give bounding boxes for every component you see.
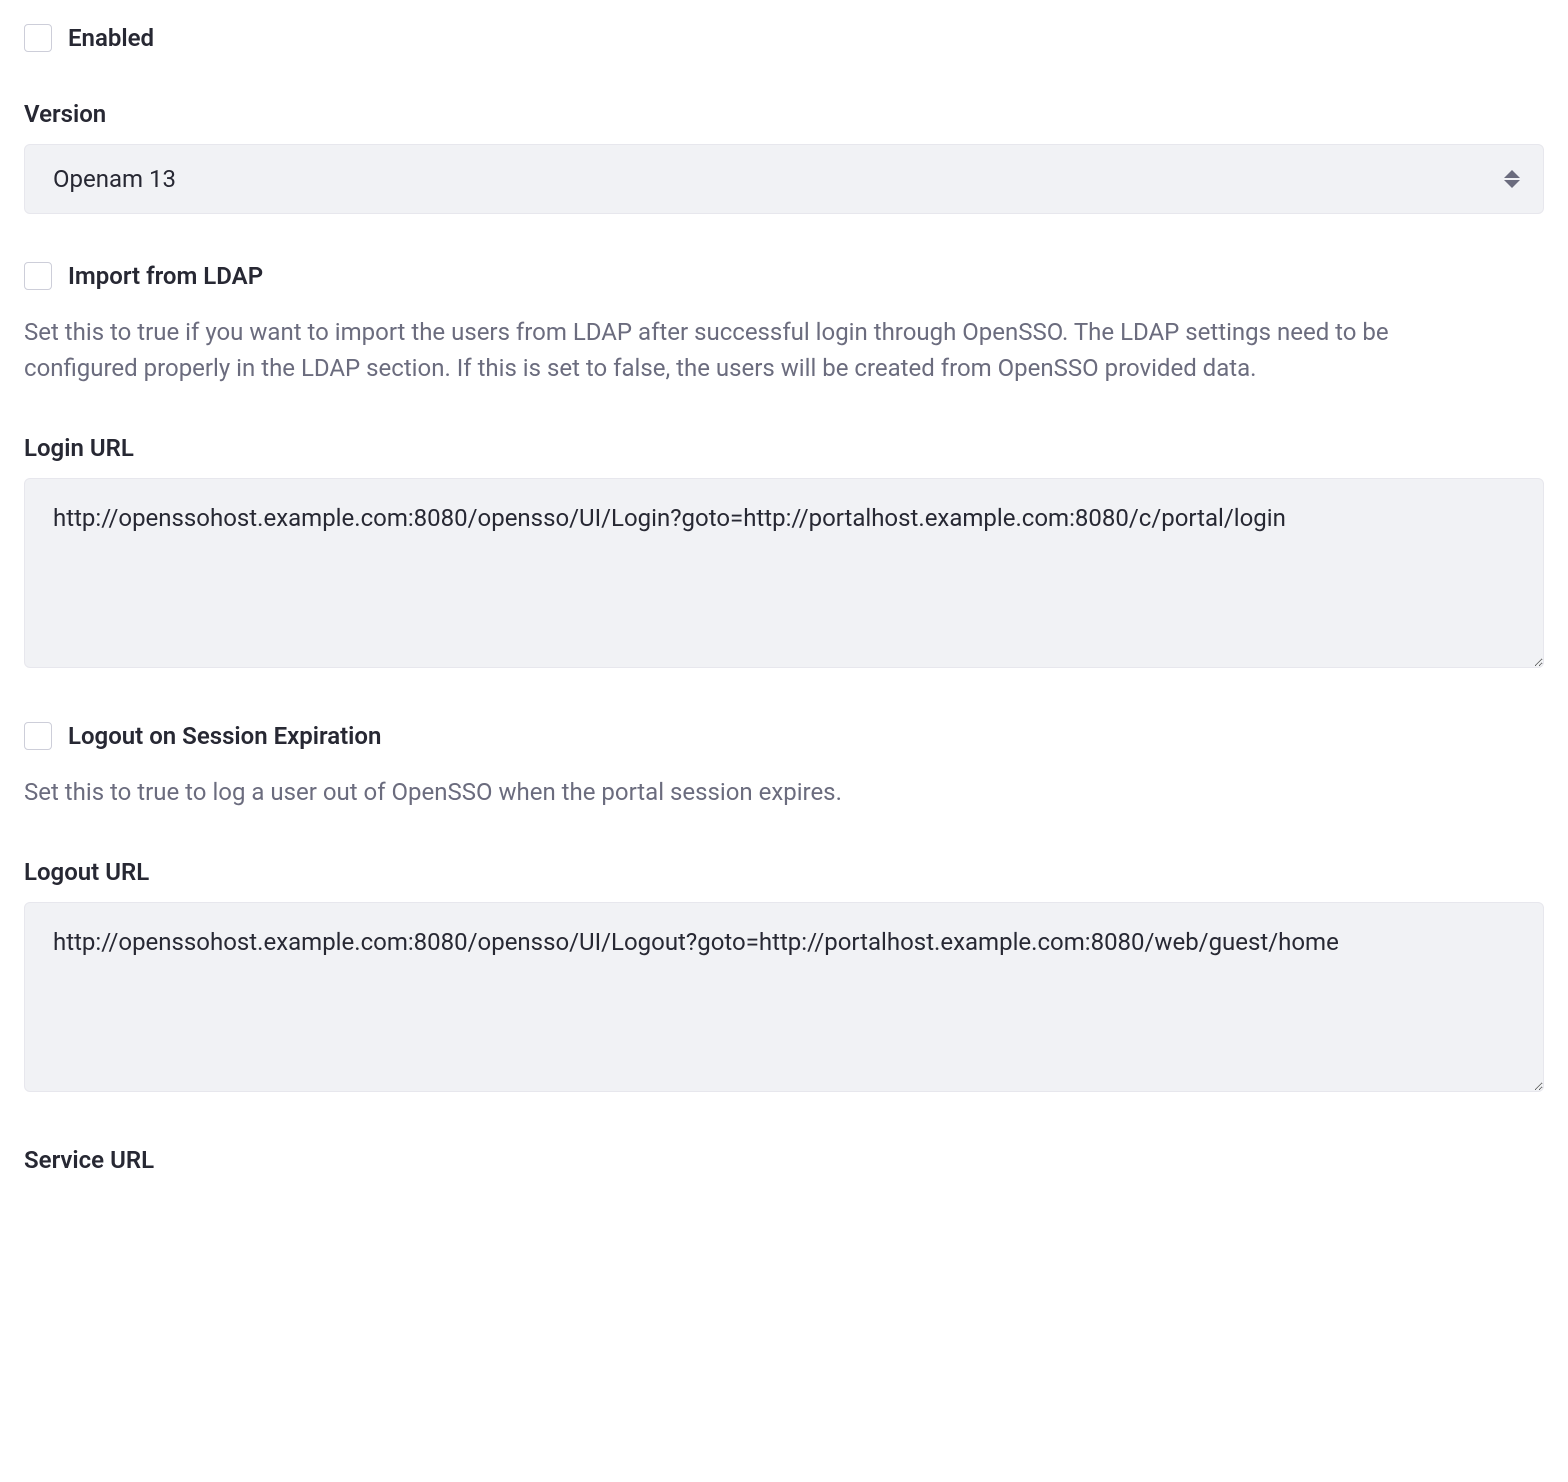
login-url-input[interactable]: [24, 478, 1544, 668]
version-label: Version: [24, 100, 1544, 128]
logout-on-session-expiration-field: Logout on Session Expiration: [24, 722, 1544, 750]
login-url-label: Login URL: [24, 434, 1544, 462]
import-from-ldap-checkbox[interactable]: [24, 262, 52, 290]
enabled-field: Enabled: [24, 24, 1544, 52]
logout-url-input[interactable]: [24, 902, 1544, 1092]
import-from-ldap-field: Import from LDAP: [24, 262, 1544, 290]
logout-url-label: Logout URL: [24, 858, 1544, 886]
enabled-checkbox[interactable]: [24, 24, 52, 52]
enabled-label: Enabled: [68, 24, 154, 52]
logout-on-session-expiration-label: Logout on Session Expiration: [68, 722, 381, 750]
logout-on-session-expiration-help: Set this to true to log a user out of Op…: [24, 774, 1474, 810]
service-url-label: Service URL: [24, 1146, 1544, 1174]
import-from-ldap-label: Import from LDAP: [68, 262, 263, 290]
import-from-ldap-help: Set this to true if you want to import t…: [24, 314, 1474, 386]
logout-on-session-expiration-checkbox[interactable]: [24, 722, 52, 750]
version-select-wrapper: Openam 13: [24, 144, 1544, 214]
version-select[interactable]: Openam 13: [24, 144, 1544, 214]
